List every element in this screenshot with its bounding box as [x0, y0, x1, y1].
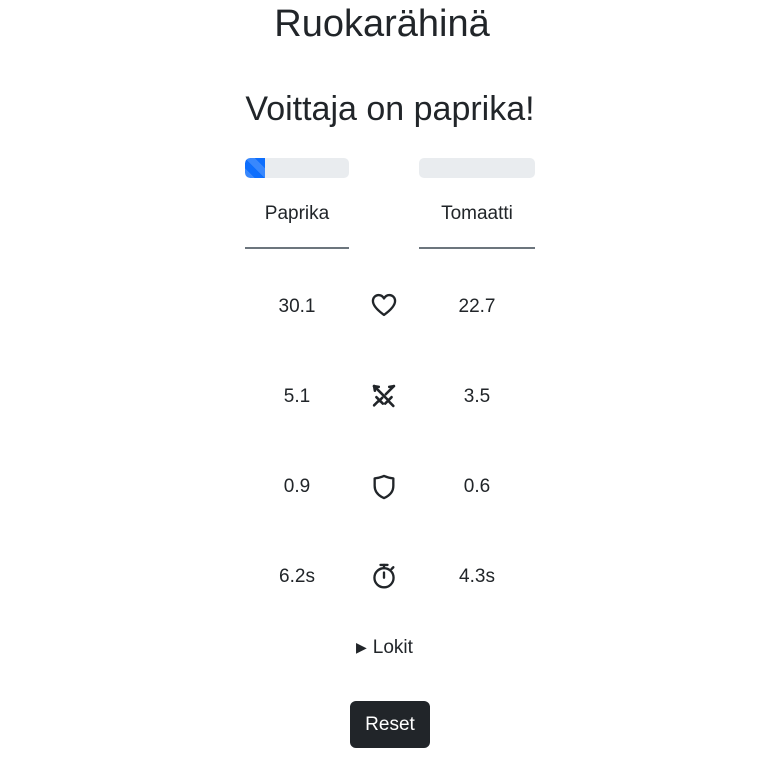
reset-button[interactable]: Reset [350, 701, 430, 748]
page-title: Ruokarähinä [274, 3, 490, 45]
heart-icon [370, 291, 398, 319]
stat-speed-left: 6.2s [279, 566, 315, 587]
stat-defense-left: 0.9 [283, 476, 311, 497]
fighter-name-right: Tomaatti [419, 199, 535, 249]
shield-icon [370, 473, 398, 501]
stat-attack-right: 3.5 [463, 386, 491, 407]
health-bar-right [419, 158, 535, 178]
logs-label: Lokit [372, 637, 413, 658]
health-bar-left [245, 158, 349, 178]
stat-health-right: 22.7 [458, 296, 496, 317]
crossed-swords-icon [370, 382, 398, 410]
stat-defense-right: 0.6 [463, 476, 491, 497]
logs-toggle[interactable]: ▶ Lokit [356, 635, 413, 660]
caret-right-icon: ▶ [356, 639, 367, 655]
winner-heading: Voittaja on paprika! [245, 90, 535, 128]
stat-attack-left: 5.1 [283, 386, 311, 407]
health-bar-left-fill [245, 158, 265, 178]
stopwatch-icon [370, 562, 398, 590]
stat-speed-right: 4.3s [459, 566, 495, 587]
stat-health-left: 30.1 [278, 296, 316, 317]
fighter-name-left: Paprika [245, 199, 349, 249]
